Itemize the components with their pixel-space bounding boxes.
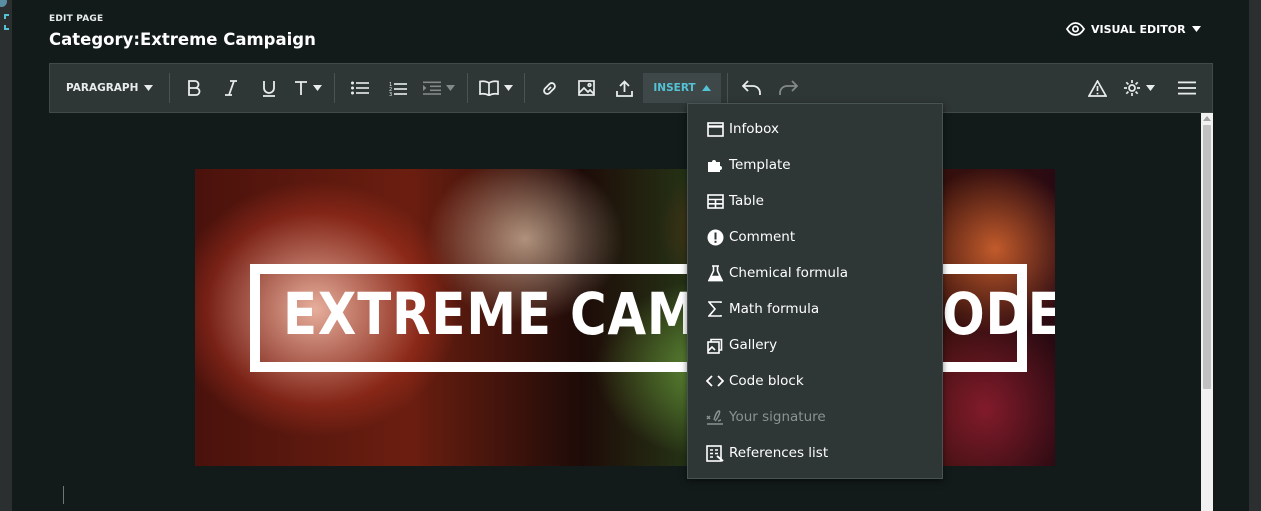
menu-item-label: Infobox (729, 121, 779, 137)
insert-menu-item-template[interactable]: Template (688, 147, 942, 183)
menu-item-label: Math formula (729, 301, 820, 317)
book-icon (479, 80, 500, 96)
link-icon (541, 80, 558, 97)
left-rail (0, 0, 12, 511)
insert-menu: Infobox Template Table Comment Chemical … (687, 103, 943, 479)
cite-dropdown[interactable] (474, 72, 518, 104)
insert-media-button[interactable] (567, 72, 605, 104)
toolbar-divider (334, 73, 336, 103)
menu-item-label: Your signature (729, 409, 826, 425)
page-title: Category:Extreme Campaign (49, 30, 316, 49)
bulleted-list-icon (351, 81, 370, 95)
warning-icon (1087, 79, 1107, 97)
chevron-down-icon (446, 85, 456, 91)
menu-item-label: Template (729, 157, 791, 173)
insert-menu-item-references-list[interactable]: References list (688, 435, 942, 471)
menu-item-label: Table (729, 193, 764, 209)
signature-icon (706, 408, 724, 426)
infobox-icon (706, 120, 724, 138)
chevron-down-icon (1191, 26, 1201, 32)
toolbar-divider (524, 73, 526, 103)
insert-menu-item-signature[interactable]: Your signature (688, 399, 942, 435)
insert-menu-item-code-block[interactable]: Code block (688, 363, 942, 399)
undo-icon (742, 80, 762, 96)
menu-item-label: Chemical formula (729, 265, 848, 281)
upload-icon (615, 79, 633, 97)
toolbar-divider (169, 73, 171, 103)
page-options-dropdown[interactable] (1116, 72, 1162, 104)
gear-icon (1123, 79, 1141, 97)
puzzle-icon (706, 156, 724, 174)
insert-menu-item-comment[interactable]: Comment (688, 219, 942, 255)
menu-item-label: References list (729, 445, 829, 461)
menu-item-label: Comment (729, 229, 796, 245)
visual-editor-label: VISUAL EDITOR (1091, 22, 1186, 36)
indent-icon (423, 81, 442, 95)
underline-icon (262, 80, 276, 97)
flask-icon (706, 264, 724, 282)
bold-button[interactable] (176, 72, 212, 104)
right-rail (1249, 0, 1261, 511)
italic-icon (224, 80, 238, 96)
bold-icon (187, 80, 201, 96)
more-menu-button[interactable] (1162, 72, 1212, 104)
insert-menu-item-gallery[interactable]: Gallery (688, 327, 942, 363)
insert-menu-item-math-formula[interactable]: Math formula (688, 291, 942, 327)
code-icon (706, 372, 724, 390)
chevron-up-icon (701, 85, 711, 91)
page-warnings-button[interactable] (1078, 72, 1116, 104)
toolbar-divider (726, 73, 728, 103)
insert-dropdown-button[interactable]: INSERT (643, 73, 721, 103)
upload-button[interactable] (605, 72, 643, 104)
chevron-down-icon (1146, 85, 1155, 91)
insert-menu-item-table[interactable]: Table (688, 183, 942, 219)
hamburger-icon (1178, 81, 1196, 95)
menu-item-label: Gallery (729, 337, 778, 353)
link-button[interactable] (531, 72, 567, 104)
document-scrollbar[interactable] (1201, 113, 1213, 511)
text-cursor (63, 486, 64, 504)
paragraph-format-dropdown[interactable]: PARAGRAPH (50, 72, 163, 104)
text-style-dropdown[interactable] (288, 72, 328, 104)
chevron-down-icon (144, 85, 154, 91)
scrollbar-thumb[interactable] (1203, 125, 1211, 389)
insert-menu-item-chemical-formula[interactable]: Chemical formula (688, 255, 942, 291)
references-icon (706, 444, 724, 462)
insert-menu-item-infobox[interactable]: Infobox (688, 111, 942, 147)
redo-button[interactable] (770, 72, 808, 104)
scroll-up-arrow-icon[interactable] (1203, 116, 1211, 121)
redo-icon (779, 80, 799, 96)
chevron-down-icon (313, 85, 323, 91)
chevron-down-icon (504, 85, 514, 91)
undo-button[interactable] (734, 72, 770, 104)
image-icon (578, 80, 595, 96)
italic-button[interactable] (212, 72, 250, 104)
underline-button[interactable] (250, 72, 288, 104)
insert-label: INSERT (653, 82, 696, 94)
indent-dropdown[interactable] (417, 72, 461, 104)
numbered-list-button[interactable]: 123 (379, 72, 417, 104)
gallery-icon (706, 336, 724, 354)
editor-toolbar: PARAGRAPH 123 INSERT (49, 63, 1213, 113)
edit-page-label: EDIT PAGE (49, 14, 104, 24)
svg-text:3: 3 (389, 92, 392, 96)
bulleted-list-button[interactable] (341, 72, 379, 104)
sigma-icon (706, 300, 724, 318)
toolbar-divider (467, 73, 469, 103)
paragraph-label: PARAGRAPH (66, 82, 139, 94)
numbered-list-icon: 123 (389, 81, 408, 96)
menu-item-label: Code block (729, 373, 804, 389)
comment-icon (706, 228, 724, 246)
text-style-icon (294, 80, 308, 96)
table-icon (706, 192, 724, 210)
eye-icon (1066, 22, 1085, 36)
visual-editor-switch[interactable]: VISUAL EDITOR (1066, 22, 1201, 36)
